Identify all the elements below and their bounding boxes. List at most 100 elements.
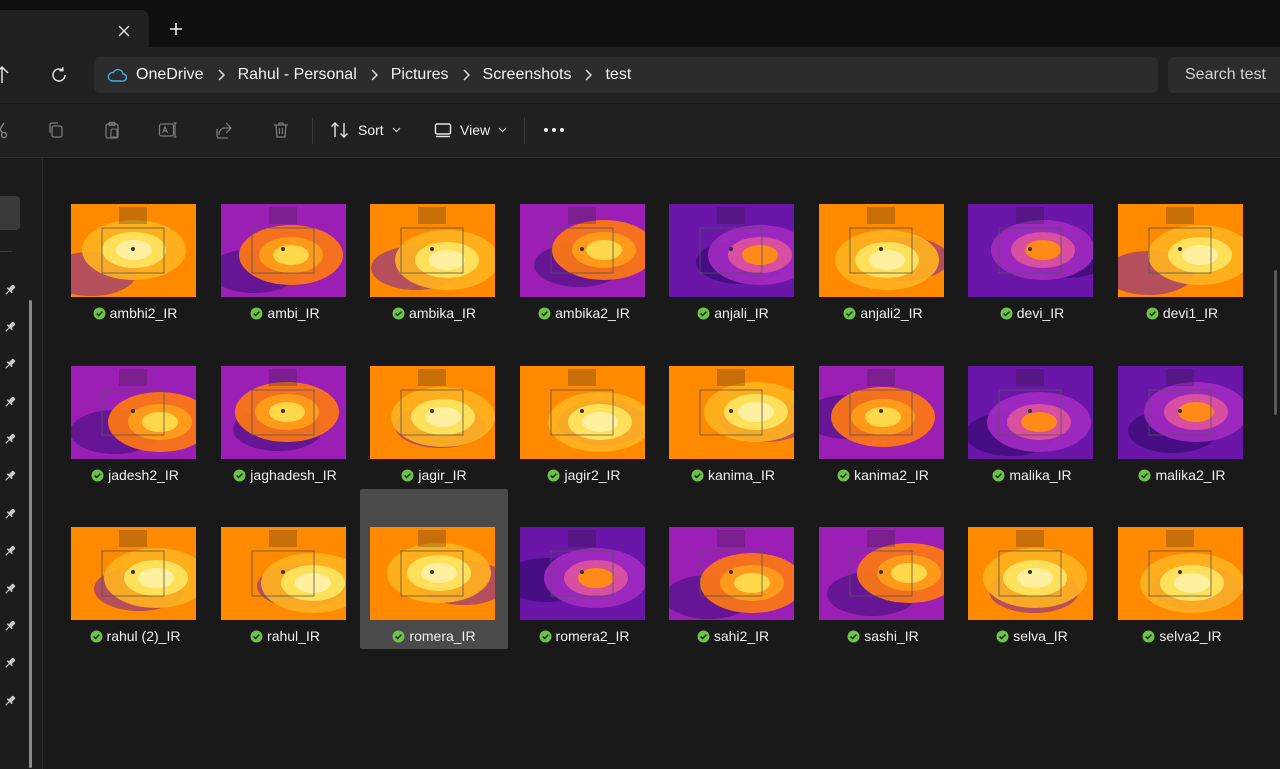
navigation-pane [0, 158, 43, 769]
chevron-right-icon[interactable] [571, 69, 605, 81]
file-name-label: ambika2_IR [555, 305, 630, 321]
breadcrumb-screenshots[interactable]: Screenshots [483, 57, 572, 93]
chevron-right-icon[interactable] [357, 69, 391, 81]
file-name-label: kanima2_IR [854, 467, 929, 483]
file-item[interactable]: devi1_IR [1108, 189, 1256, 349]
chevron-right-icon[interactable] [449, 69, 483, 81]
pin-icon[interactable] [3, 656, 17, 670]
file-item[interactable]: romera2_IR [510, 512, 658, 672]
breadcrumb-pictures[interactable]: Pictures [391, 57, 449, 93]
file-item[interactable]: selva2_IR [1108, 512, 1256, 672]
sidebar-scrollbar[interactable] [29, 300, 32, 768]
file-item[interactable]: kanima_IR [659, 351, 807, 511]
pin-icon[interactable] [3, 694, 17, 708]
new-tab-button[interactable] [163, 16, 189, 42]
file-item[interactable]: jadesh2_IR [61, 351, 209, 511]
rename-button[interactable] [156, 118, 180, 142]
close-tab-button[interactable] [112, 19, 136, 43]
address-bar[interactable]: OneDrive Rahul - Personal Pictures Scree… [94, 57, 1158, 93]
arrow-up-icon [0, 61, 14, 89]
pin-icon[interactable] [3, 283, 17, 297]
file-name: jagir2_IR [510, 467, 658, 483]
paste-button[interactable] [100, 118, 124, 142]
file-item[interactable]: rahul_IR [211, 512, 359, 672]
breadcrumb-personal[interactable]: Rahul - Personal [238, 57, 357, 93]
view-icon [434, 122, 452, 138]
pin-icon[interactable] [3, 432, 17, 446]
pin-icon[interactable] [3, 544, 17, 558]
pin-icon[interactable] [3, 469, 17, 483]
file-item[interactable]: romera_IR [360, 489, 508, 649]
refresh-button[interactable] [46, 62, 72, 88]
sync-check-icon [691, 469, 704, 482]
share-button[interactable] [212, 118, 236, 142]
chevron-right-icon[interactable] [204, 69, 238, 81]
file-item[interactable]: malika2_IR [1108, 351, 1256, 511]
file-item[interactable]: ambhi2_IR [61, 189, 209, 349]
file-name: devi_IR [958, 305, 1106, 321]
copy-button[interactable] [44, 118, 68, 142]
file-item[interactable]: malika_IR [958, 351, 1106, 511]
sync-check-icon [91, 469, 104, 482]
file-item[interactable]: sashi_IR [809, 512, 957, 672]
close-icon [118, 25, 130, 37]
pin-icon[interactable] [3, 582, 17, 596]
file-name: ambhi2_IR [61, 305, 209, 321]
file-item[interactable]: jaghadesh_IR [211, 351, 359, 511]
file-name-label: jagir_IR [418, 467, 467, 483]
file-name: rahul_IR [211, 628, 359, 644]
pin-icon[interactable] [3, 507, 17, 521]
pin-icon[interactable] [3, 357, 17, 371]
file-item[interactable]: kanima2_IR [809, 351, 957, 511]
file-item[interactable]: ambika2_IR [510, 189, 658, 349]
thermal-image-thumbnail [370, 204, 495, 297]
file-name: rahul (2)_IR [61, 628, 209, 644]
pin-icon[interactable] [3, 395, 17, 409]
view-button[interactable]: View [434, 118, 507, 142]
breadcrumb-test[interactable]: test [605, 57, 631, 93]
file-name: ambi_IR [211, 305, 359, 321]
pin-icon[interactable] [3, 619, 17, 633]
search-input[interactable]: Search test [1168, 57, 1280, 93]
more-options-button[interactable] [542, 118, 566, 142]
file-name: kanima2_IR [809, 467, 957, 483]
trash-icon [273, 121, 289, 139]
up-button[interactable] [0, 61, 14, 89]
delete-button[interactable] [269, 118, 293, 142]
file-name-label: jadesh2_IR [108, 467, 179, 483]
file-item[interactable]: ambi_IR [211, 189, 359, 349]
file-item[interactable]: rahul (2)_IR [61, 512, 209, 672]
tab-active[interactable] [0, 10, 149, 47]
file-item[interactable]: anjali_IR [659, 189, 807, 349]
sync-check-icon [539, 630, 552, 643]
pin-icon[interactable] [3, 320, 17, 334]
content-scrollbar[interactable] [1274, 270, 1277, 415]
sync-check-icon [547, 469, 560, 482]
file-name: kanima_IR [659, 467, 807, 483]
file-item[interactable]: jagir2_IR [510, 351, 658, 511]
file-item[interactable]: anjali2_IR [809, 189, 957, 349]
file-name: jaghadesh_IR [211, 467, 359, 483]
file-name: anjali2_IR [809, 305, 957, 321]
file-name: romera2_IR [510, 628, 658, 644]
divider [524, 118, 525, 144]
file-name-label: malika2_IR [1155, 467, 1226, 483]
sync-check-icon [1142, 630, 1155, 643]
chevron-down-icon [392, 127, 401, 133]
file-item[interactable]: devi_IR [958, 189, 1106, 349]
file-name-label: jaghadesh_IR [250, 467, 337, 483]
file-name-label: romera2_IR [555, 628, 630, 644]
sync-check-icon [392, 307, 405, 320]
sync-check-icon [847, 630, 860, 643]
cut-button[interactable] [0, 118, 12, 142]
file-item[interactable]: jagir_IR [360, 351, 508, 511]
file-item[interactable]: ambika_IR [360, 189, 508, 349]
title-bar [0, 0, 1280, 47]
breadcrumb-onedrive[interactable]: OneDrive [136, 57, 204, 93]
sort-button[interactable]: Sort [330, 118, 401, 142]
file-name-label: devi_IR [1016, 305, 1065, 321]
file-item[interactable]: sahi2_IR [659, 512, 807, 672]
file-item[interactable]: selva_IR [958, 512, 1106, 672]
nav-item-selected[interactable] [0, 196, 20, 230]
file-name: devi1_IR [1108, 305, 1256, 321]
